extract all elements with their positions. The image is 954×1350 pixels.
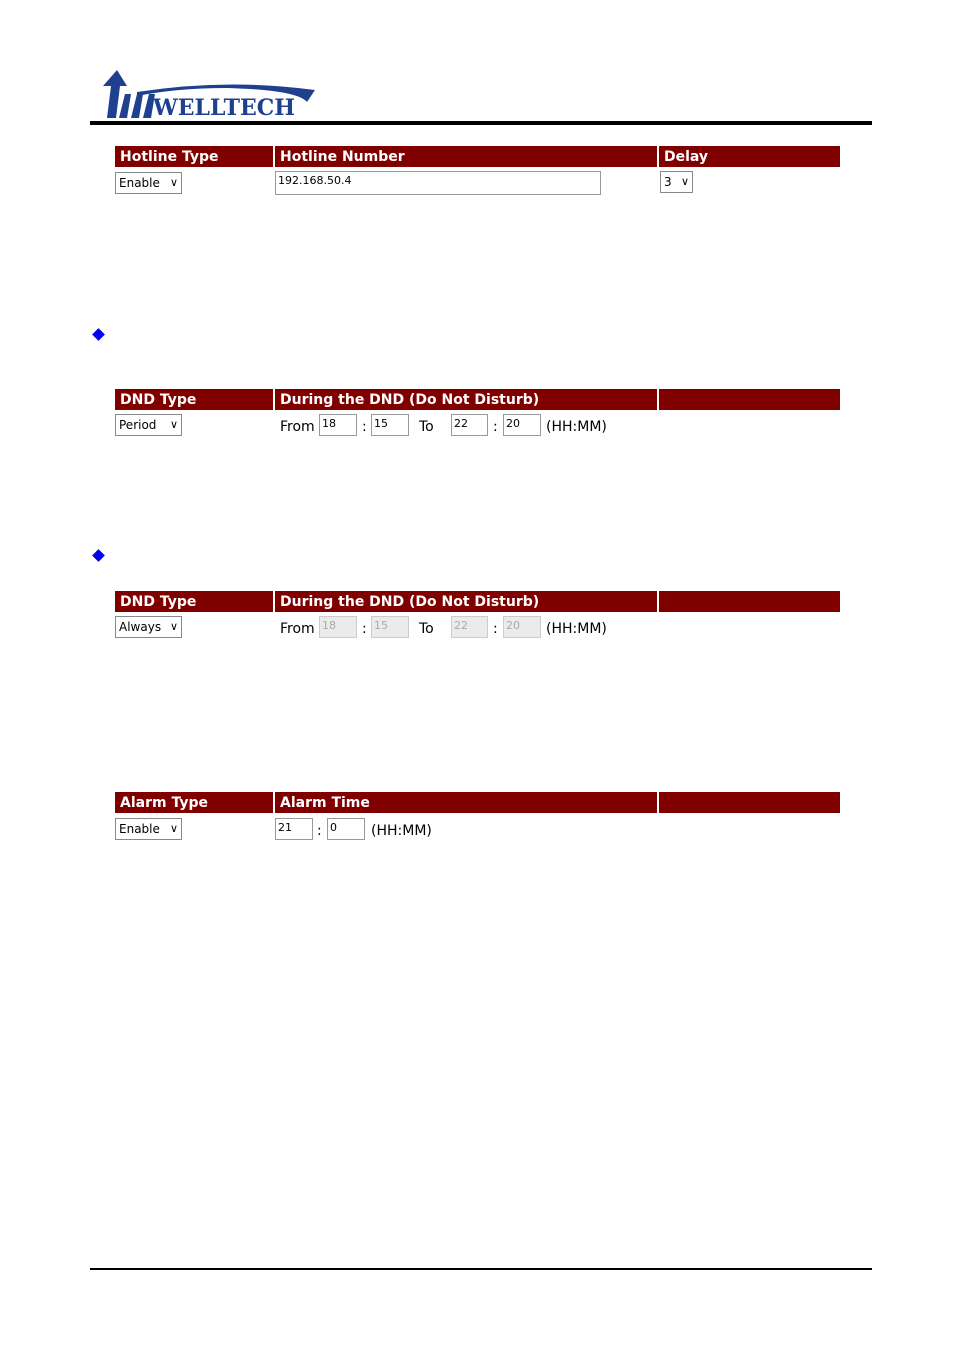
chevron-down-icon: ∨ bbox=[680, 175, 689, 188]
format-label: (HH:MM) bbox=[546, 419, 607, 435]
hotline-type-value: Enable bbox=[119, 176, 160, 190]
dnd-blank-header bbox=[659, 389, 840, 410]
chevron-down-icon: ∨ bbox=[169, 620, 178, 633]
from-hour-input: 18 bbox=[319, 616, 357, 638]
welltech-logo: WELLTECH bbox=[97, 68, 319, 121]
alarm-type-value: Enable bbox=[119, 822, 160, 836]
dnd-type-value: Period bbox=[119, 418, 157, 432]
dnd-type-select[interactable]: Always ∨ bbox=[115, 616, 182, 638]
alarm-time-header: Alarm Time bbox=[275, 792, 657, 813]
format-label: (HH:MM) bbox=[371, 823, 432, 839]
time-separator: : bbox=[493, 419, 498, 435]
alarm-minute-input[interactable]: 0 bbox=[327, 818, 365, 840]
dnd-type-select[interactable]: Period ∨ bbox=[115, 414, 182, 436]
to-hour-input[interactable]: 22 bbox=[451, 414, 488, 436]
hotline-number-input[interactable]: 192.168.50.4 bbox=[275, 171, 601, 195]
dnd-during-header: During the DND (Do Not Disturb) bbox=[275, 591, 657, 612]
footer-rule bbox=[90, 1268, 872, 1270]
dnd-blank-header bbox=[659, 591, 840, 612]
alarm-type-select[interactable]: Enable ∨ bbox=[115, 818, 182, 840]
delay-select[interactable]: 3 ∨ bbox=[660, 171, 693, 193]
to-minute-input: 20 bbox=[503, 616, 541, 638]
alarm-type-header: Alarm Type bbox=[115, 792, 273, 813]
time-separator: : bbox=[362, 621, 367, 637]
format-label: (HH:MM) bbox=[546, 621, 607, 637]
dnd-type-header: DND Type bbox=[115, 389, 273, 410]
from-minute-input[interactable]: 15 bbox=[371, 414, 409, 436]
from-label: From bbox=[280, 621, 315, 637]
alarm-hour-input[interactable]: 21 bbox=[275, 818, 313, 840]
hotline-type-header: Hotline Type bbox=[115, 146, 273, 167]
from-minute-input: 15 bbox=[371, 616, 409, 638]
from-label: From bbox=[280, 419, 315, 435]
time-separator: : bbox=[317, 823, 322, 839]
dnd-type-header: DND Type bbox=[115, 591, 273, 612]
to-minute-input[interactable]: 20 bbox=[503, 414, 541, 436]
time-separator: : bbox=[493, 621, 498, 637]
to-label: To bbox=[419, 621, 434, 637]
to-hour-input: 22 bbox=[451, 616, 488, 638]
bullet-diamond-icon bbox=[92, 549, 105, 562]
to-label: To bbox=[419, 419, 434, 435]
dnd-during-header: During the DND (Do Not Disturb) bbox=[275, 389, 657, 410]
header-rule bbox=[90, 121, 872, 125]
bullet-diamond-icon bbox=[92, 328, 105, 341]
delay-header: Delay bbox=[659, 146, 840, 167]
document-page: WELLTECH Hotline Type Hotline Number Del… bbox=[0, 0, 954, 1350]
from-hour-input[interactable]: 18 bbox=[319, 414, 357, 436]
chevron-down-icon: ∨ bbox=[169, 822, 178, 835]
hotline-type-select[interactable]: Enable ∨ bbox=[115, 172, 182, 194]
svg-text:WELLTECH: WELLTECH bbox=[152, 95, 295, 120]
alarm-blank-header bbox=[659, 792, 840, 813]
hotline-number-header: Hotline Number bbox=[275, 146, 657, 167]
time-separator: : bbox=[362, 419, 367, 435]
dnd-type-value: Always bbox=[119, 620, 162, 634]
chevron-down-icon: ∨ bbox=[169, 418, 178, 431]
delay-value: 3 bbox=[664, 175, 672, 189]
chevron-down-icon: ∨ bbox=[169, 176, 178, 189]
